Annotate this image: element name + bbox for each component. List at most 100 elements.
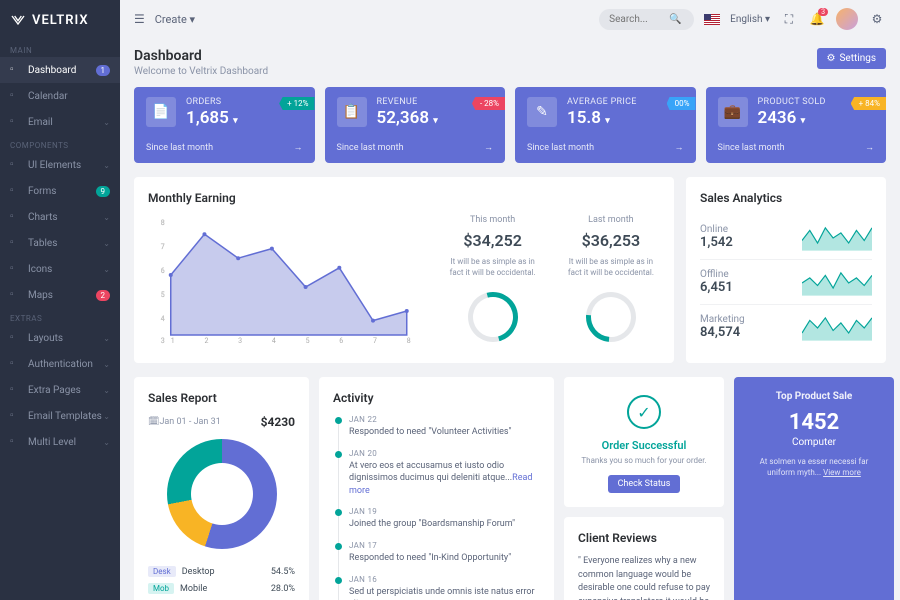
search-input[interactable]	[609, 14, 669, 25]
avatar[interactable]	[836, 8, 858, 30]
stat-icon: ✎	[527, 97, 557, 127]
timeline-item: JAN 19Joined the group "Boardsmanship Fo…	[349, 507, 540, 531]
sales-report-card: Sales Report 🗓 Jan 01 - Jan 31 $4230 Des…	[134, 377, 309, 600]
search-icon: 🔍	[669, 14, 681, 25]
timeline-item: JAN 20At vero eos et accusamus et iusto …	[349, 449, 540, 498]
sidebar-item-icons[interactable]: ▫Icons⌄	[0, 256, 120, 282]
stat-badge: - 28%	[472, 97, 505, 110]
stat-card-product-sold: 💼PRODUCT SOLD2436 ▾+ 84%Since last month…	[706, 87, 887, 163]
legend-row: MobMobile28.0%	[148, 580, 295, 597]
stat-card-orders: 📄ORDERS1,685 ▾+ 12%Since last month→	[134, 87, 315, 163]
svg-text:7: 7	[161, 243, 165, 251]
sparkline-chart	[802, 268, 872, 296]
page-subtitle: Welcome to Veltrix Dashboard	[134, 66, 268, 77]
nav-icon: ▫	[10, 358, 22, 370]
analytics-row: Marketing84,574	[700, 305, 872, 349]
notifications-icon[interactable]: 🔔3	[808, 10, 826, 28]
settings-button[interactable]: ⚙ Settings	[817, 48, 886, 69]
sidebar-item-extra-pages[interactable]: ▫Extra Pages⌄	[0, 377, 120, 403]
card-title: Client Reviews	[578, 531, 710, 545]
card-title: Monthly Earning	[148, 191, 660, 205]
settings-gear-icon[interactable]: ⚙	[868, 10, 886, 28]
arrow-icon[interactable]: →	[675, 142, 684, 153]
nav-icon: ▫	[10, 436, 22, 448]
top-product-card: Top Product Sale 1452 Computer At solmen…	[734, 377, 894, 600]
read-more-link[interactable]: Read more	[349, 473, 532, 496]
sidebar-item-email[interactable]: ▫Email⌄	[0, 109, 120, 135]
svg-text:5: 5	[306, 337, 310, 345]
sidebar-item-dashboard[interactable]: ▫Dashboard1	[0, 57, 120, 83]
stat-card-revenue: 📋REVENUE52,368 ▾- 28%Since last month→	[325, 87, 506, 163]
arrow-icon[interactable]: →	[484, 142, 493, 153]
nav-icon: ▫	[10, 384, 22, 396]
card-title: Activity	[333, 391, 540, 405]
ring-chart-last	[576, 282, 646, 352]
legend-row: DeskDesktop54.5%	[148, 563, 295, 580]
stat-icon: 📄	[146, 97, 176, 127]
svg-text:3: 3	[238, 337, 242, 345]
svg-text:3: 3	[161, 337, 165, 345]
analytics-row: Offline6,451	[700, 260, 872, 305]
create-dropdown[interactable]: Create ▾	[155, 13, 195, 26]
svg-text:1: 1	[171, 337, 175, 345]
svg-text:6: 6	[161, 267, 165, 275]
nav-icon: ▫	[10, 116, 22, 128]
sales-donut-chart	[167, 439, 277, 549]
menu-toggle-icon[interactable]: ☰	[134, 12, 145, 26]
this-month-amount: $34,252	[443, 231, 541, 250]
nav-icon: ▫	[10, 263, 22, 275]
date-range: Jan 01 - Jan 31	[159, 417, 220, 427]
sidebar-item-authentication[interactable]: ▫Authentication⌄	[0, 351, 120, 377]
sidebar-item-maps[interactable]: ▫Maps2	[0, 282, 120, 308]
topbar: ☰ Create ▾ 🔍 English ▾ ⛶ 🔔3 ⚙	[120, 0, 900, 38]
nav-icon: ▫	[10, 237, 22, 249]
sidebar: VELTRIX MAIN▫Dashboard1▫Calendar▫Email⌄C…	[0, 0, 120, 600]
svg-text:5: 5	[161, 291, 165, 299]
view-more-link[interactable]: View more	[823, 468, 861, 477]
page-title: Dashboard	[134, 48, 268, 64]
nav-icon: ▫	[10, 159, 22, 171]
brand-logo[interactable]: VELTRIX	[0, 0, 120, 40]
nav-icon: ▫	[10, 90, 22, 102]
language-dropdown[interactable]: English ▾	[730, 14, 770, 25]
search-box[interactable]: 🔍	[599, 9, 694, 30]
monthly-earning-card: Monthly Earning 876543 12345678	[134, 177, 674, 363]
ring-chart-this	[458, 283, 526, 351]
sidebar-item-forms[interactable]: ▫Forms9	[0, 178, 120, 204]
svg-text:4: 4	[272, 337, 276, 345]
sidebar-item-tables[interactable]: ▫Tables⌄	[0, 230, 120, 256]
svg-text:7: 7	[373, 337, 377, 345]
arrow-icon[interactable]: →	[865, 142, 874, 153]
arrow-icon[interactable]: →	[294, 142, 303, 153]
sidebar-item-calendar[interactable]: ▫Calendar	[0, 83, 120, 109]
nav-icon: ▫	[10, 185, 22, 197]
sidebar-item-multi-level[interactable]: ▫Multi Level⌄	[0, 429, 120, 455]
sales-total: $4230	[261, 415, 295, 429]
nav-icon: ▫	[10, 289, 22, 301]
card-title: Sales Report	[148, 391, 295, 405]
svg-text:8: 8	[407, 337, 411, 345]
stat-icon: 📋	[337, 97, 367, 127]
nav-section-header: COMPONENTS	[0, 135, 120, 152]
timeline-item: JAN 22Responded to need "Volunteer Activ…	[349, 415, 540, 439]
check-circle-icon: ✓	[627, 395, 661, 429]
stat-badge: + 84%	[851, 97, 886, 110]
timeline-item: JAN 17Responded to need "In-Kind Opportu…	[349, 541, 540, 565]
stat-badge: 00%	[667, 97, 696, 110]
analytics-row: Online1,542	[700, 215, 872, 260]
sparkline-chart	[802, 313, 872, 341]
card-title: Sales Analytics	[700, 191, 872, 205]
nav-icon: ▫	[10, 211, 22, 223]
sidebar-item-ui-elements[interactable]: ▫UI Elements⌄	[0, 152, 120, 178]
sparkline-chart	[802, 223, 872, 251]
stat-icon: 💼	[718, 97, 748, 127]
sidebar-item-charts[interactable]: ▫Charts⌄	[0, 204, 120, 230]
fullscreen-icon[interactable]: ⛶	[780, 10, 798, 28]
sidebar-item-layouts[interactable]: ▫Layouts⌄	[0, 325, 120, 351]
svg-text:8: 8	[161, 219, 165, 227]
sidebar-item-email-templates[interactable]: ▫Email Templates⌄	[0, 403, 120, 429]
stat-card-average-price: ✎AVERAGE PRICE15.8 ▾00%Since last month→	[515, 87, 696, 163]
client-reviews-card: Client Reviews " Everyone realizes why a…	[564, 517, 724, 600]
check-status-button[interactable]: Check Status	[608, 475, 681, 493]
product-value: 1452	[748, 410, 880, 435]
